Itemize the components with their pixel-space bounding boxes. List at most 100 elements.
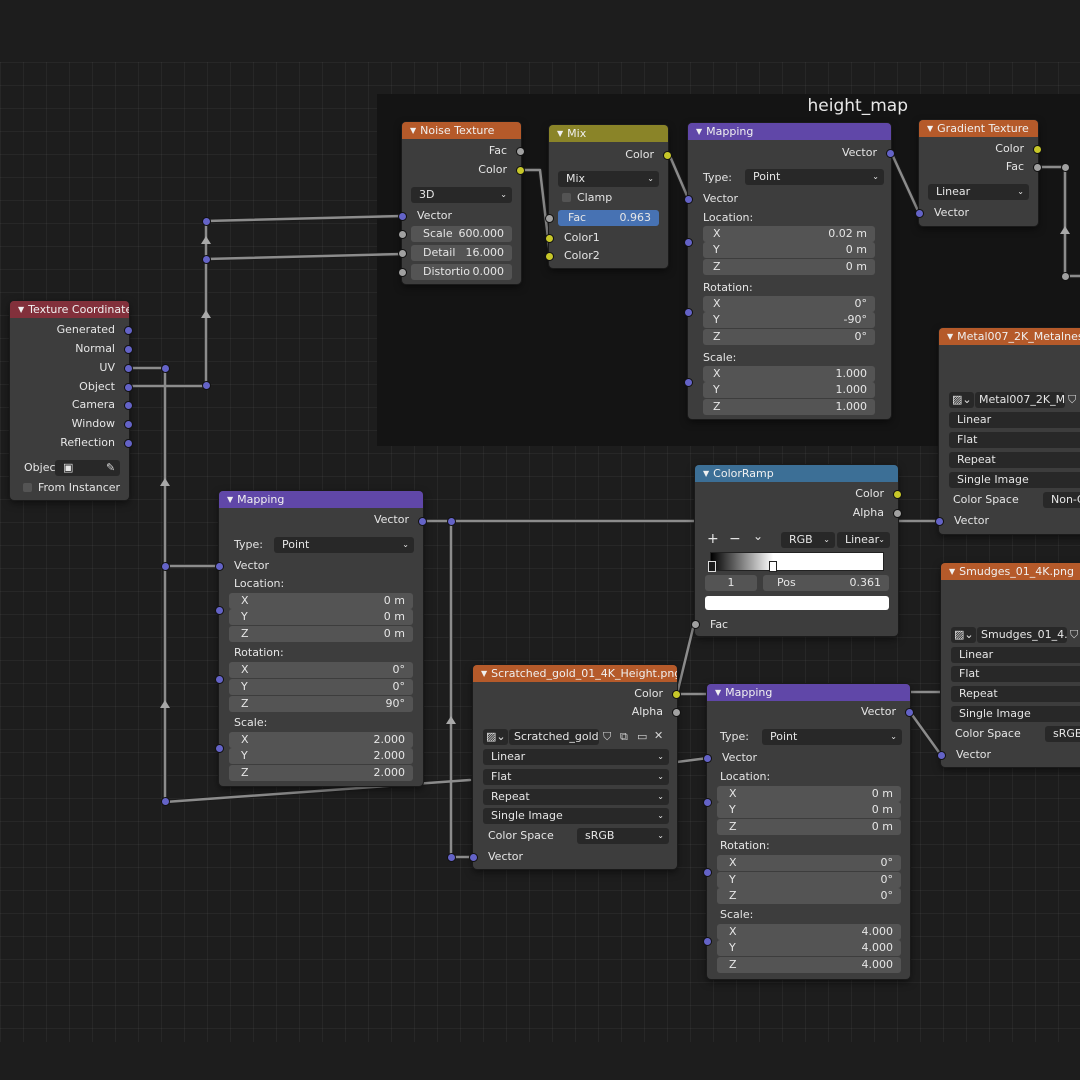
- location-z-field[interactable]: Z0 m: [717, 819, 901, 835]
- input-scale-socket[interactable]: [703, 937, 712, 946]
- rotation-x-field[interactable]: X 0°: [703, 296, 875, 312]
- extension-dropdown[interactable]: Repeat: [949, 452, 1080, 468]
- location-z-field[interactable]: Z0 m: [229, 626, 413, 642]
- input-vector-socket[interactable]: [915, 209, 924, 218]
- output-fac-socket[interactable]: [1033, 163, 1042, 172]
- collapse-arrow-icon[interactable]: ▼: [927, 124, 933, 133]
- location-x-field[interactable]: X0 m: [229, 593, 413, 609]
- input-vector-socket[interactable]: [684, 195, 693, 204]
- extension-dropdown[interactable]: Repeat: [951, 686, 1080, 702]
- collapse-arrow-icon[interactable]: ▼: [696, 127, 702, 136]
- stop-index-field[interactable]: 1: [705, 575, 757, 591]
- rotation-y-field[interactable]: Y 0°: [717, 872, 901, 888]
- add-stop-button[interactable]: +: [707, 531, 719, 547]
- reroute-dot[interactable]: [202, 381, 211, 390]
- duplicate-icon[interactable]: ⧉: [620, 730, 628, 744]
- interpolation-dropdown[interactable]: Linear ⌄: [483, 749, 669, 765]
- rotation-z-field[interactable]: Z 0°: [717, 888, 901, 904]
- input-vector-socket[interactable]: [703, 754, 712, 763]
- input-location-socket[interactable]: [703, 798, 712, 807]
- output-generated-socket[interactable]: [124, 326, 133, 335]
- rotation-z-field[interactable]: Z 90°: [229, 696, 413, 712]
- source-dropdown[interactable]: Single Image: [949, 472, 1080, 488]
- input-rotation-socket[interactable]: [684, 308, 693, 317]
- interpolation-dropdown[interactable]: Linear: [951, 647, 1080, 663]
- collapse-arrow-icon[interactable]: ▼: [227, 495, 233, 504]
- interpolation-dropdown[interactable]: Linear: [949, 412, 1080, 428]
- location-y-field[interactable]: Y0 m: [229, 609, 413, 625]
- ramp-menu-button[interactable]: ⌄: [753, 529, 763, 543]
- output-camera-socket[interactable]: [124, 401, 133, 410]
- fake-user-shield-icon[interactable]: ⛉: [1068, 393, 1076, 407]
- node-header[interactable]: ▼ Mapping: [688, 123, 891, 140]
- location-y-field[interactable]: Y0 m: [717, 802, 901, 818]
- clamp-checkbox[interactable]: Clamp: [562, 191, 612, 204]
- colorspace-dropdown[interactable]: sRGB ⌄: [577, 828, 669, 844]
- input-vector-socket[interactable]: [398, 212, 407, 221]
- node-header[interactable]: ▼ Noise Texture: [402, 122, 521, 139]
- input-color2-socket[interactable]: [545, 252, 554, 261]
- output-alpha-socket[interactable]: [672, 708, 681, 717]
- collapse-arrow-icon[interactable]: ▼: [949, 567, 955, 576]
- collapse-arrow-icon[interactable]: ▼: [410, 126, 416, 135]
- node-mapping-bottom[interactable]: ▼ Mapping Vector Type: Point ⌄ Vector Loca…: [703, 684, 914, 979]
- input-color1-socket[interactable]: [545, 234, 554, 243]
- checkbox-icon[interactable]: [562, 193, 571, 202]
- node-mix[interactable]: ▼ Mix Color Mix ⌄ Clamp Fac 0.963 Color1 Co…: [545, 125, 672, 268]
- image-browse-button[interactable]: ▨⌄: [949, 392, 974, 408]
- scale-x-field[interactable]: X 2.000: [229, 732, 413, 748]
- node-header[interactable]: ▼ Mapping: [707, 684, 910, 701]
- image-name-field[interactable]: Smudges_01_4..: [977, 627, 1067, 643]
- node-header[interactable]: ▼ Smudges_01_4K.png: [941, 563, 1080, 580]
- output-vector-socket[interactable]: [418, 517, 427, 526]
- type-dropdown[interactable]: Point ⌄: [745, 169, 884, 185]
- image-name-field[interactable]: Metal007_2K_M..: [975, 392, 1065, 408]
- node-header[interactable]: ▼ Metal007_2K_Metalness.jpg: [939, 328, 1080, 345]
- input-vector-socket[interactable]: [215, 562, 224, 571]
- type-dropdown[interactable]: Point ⌄: [762, 729, 902, 745]
- collapse-arrow-icon[interactable]: ▼: [715, 688, 721, 697]
- fake-user-shield-icon[interactable]: ⛉: [1070, 628, 1078, 642]
- output-color-socket[interactable]: [893, 490, 902, 499]
- node-header[interactable]: ▼ Gradient Texture: [919, 120, 1038, 137]
- node-color-ramp[interactable]: ▼ ColorRamp Color Alpha + − ⌄ RGB ⌄ Linear…: [691, 465, 902, 636]
- collapse-arrow-icon[interactable]: ▼: [947, 332, 953, 341]
- input-scale-socket[interactable]: [398, 230, 407, 239]
- color-ramp-gradient[interactable]: [710, 552, 884, 571]
- scale-y-field[interactable]: Y 1.000: [703, 382, 875, 398]
- input-vector-socket[interactable]: [935, 517, 944, 526]
- checkbox-icon[interactable]: [23, 483, 32, 492]
- node-header[interactable]: ▼ Mix: [549, 125, 668, 142]
- close-icon[interactable]: ✕: [654, 729, 663, 742]
- location-x-field[interactable]: X0 m: [717, 786, 901, 802]
- reroute-dot[interactable]: [1061, 272, 1070, 281]
- stop-color-swatch[interactable]: [705, 596, 889, 610]
- image-name-field[interactable]: Scratched_gold..: [509, 729, 599, 745]
- from-instancer-checkbox[interactable]: From Instancer: [23, 481, 120, 494]
- remove-stop-button[interactable]: −: [729, 531, 741, 547]
- input-detail-socket[interactable]: [398, 249, 407, 258]
- collapse-arrow-icon[interactable]: ▼: [481, 669, 487, 678]
- scale-z-field[interactable]: Z 1.000: [703, 399, 875, 415]
- colorspace-dropdown[interactable]: Non-Co: [1043, 492, 1080, 508]
- output-alpha-socket[interactable]: [893, 509, 902, 518]
- reroute-dot[interactable]: [161, 364, 170, 373]
- scale-z-field[interactable]: Z 4.000: [717, 957, 901, 973]
- rotation-x-field[interactable]: X 0°: [717, 855, 901, 871]
- ramp-stop-black[interactable]: [708, 561, 716, 572]
- source-dropdown[interactable]: Single Image ⌄: [483, 808, 669, 824]
- ramp-stop-white[interactable]: [769, 561, 777, 572]
- input-distortion-socket[interactable]: [398, 268, 407, 277]
- projection-dropdown[interactable]: Flat: [949, 432, 1080, 448]
- node-header[interactable]: ▼ Scratched_gold_01_4K_Height.png: [473, 665, 677, 682]
- output-vector-socket[interactable]: [905, 708, 914, 717]
- output-color-socket[interactable]: [663, 151, 672, 160]
- node-image-metal-metalness[interactable]: ▼ Metal007_2K_Metalness.jpg ▨⌄ Metal007_2…: [935, 328, 1080, 534]
- detail-field[interactable]: Detail 16.000: [411, 245, 512, 261]
- node-header[interactable]: ▼ Texture Coordinate: [10, 301, 129, 318]
- node-texture-coordinate[interactable]: ▼ Texture Coordinate Generated Normal UV …: [10, 301, 133, 500]
- output-color-socket[interactable]: [672, 690, 681, 699]
- projection-dropdown[interactable]: Flat ⌄: [483, 769, 669, 785]
- reroute-dot[interactable]: [202, 255, 211, 264]
- colorspace-dropdown[interactable]: sRGB: [1045, 726, 1080, 742]
